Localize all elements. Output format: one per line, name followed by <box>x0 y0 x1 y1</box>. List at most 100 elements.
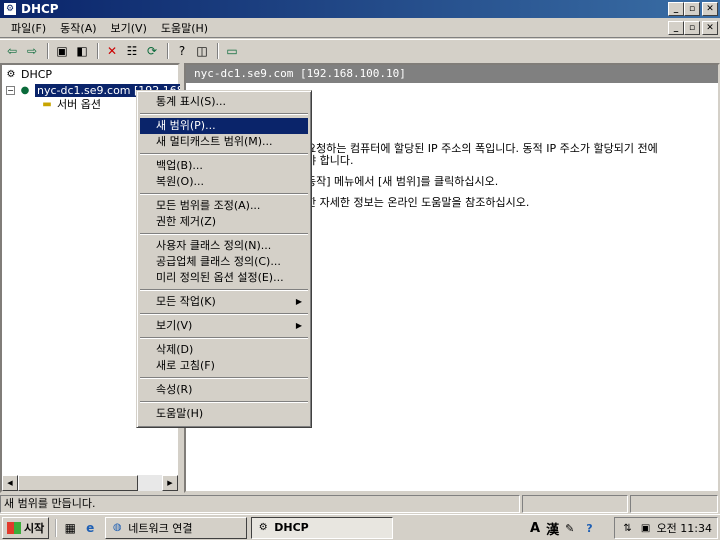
context-menu-item[interactable]: 백업(B)... <box>140 158 308 174</box>
collapse-icon[interactable]: − <box>6 85 15 95</box>
context-menu-item[interactable]: 사용자 클래스 정의(N)... <box>140 238 308 254</box>
input-mode-hanja[interactable]: 漢 <box>546 519 559 538</box>
scroll-left-icon[interactable]: ◀ <box>2 475 18 491</box>
delete-icon[interactable]: ✕ <box>103 42 121 60</box>
context-menu-item[interactable]: 모든 범위를 조정(A)... <box>140 198 308 214</box>
menu-view[interactable]: 보기(V) <box>104 20 154 36</box>
context-menu-item-label: 미리 정의된 옵션 설정(E)... <box>156 271 284 284</box>
context-menu-item[interactable]: 새 범위(P)... <box>140 118 308 134</box>
action-pane-icon[interactable]: ◫ <box>193 42 211 60</box>
context-menu-separator <box>140 313 308 315</box>
task-label: DHCP <box>274 521 309 534</box>
context-menu-item-label: 새로 고침(F) <box>156 359 215 372</box>
tree-root-label: DHCP <box>21 67 53 81</box>
window-title: DHCP <box>21 2 59 16</box>
context-menu-item-label: 사용자 클래스 정의(N)... <box>156 239 272 252</box>
status-bar: 새 범위를 만듭니다. <box>0 495 720 513</box>
input-mode-a[interactable]: A <box>530 521 540 536</box>
properties-icon[interactable]: ☷ <box>123 42 141 60</box>
context-menu-separator <box>140 233 308 235</box>
help-circle-icon[interactable]: ? <box>586 522 592 535</box>
context-menu-item[interactable]: 복원(O)... <box>140 174 308 190</box>
back-arrow-icon[interactable]: ⇦ <box>3 42 21 60</box>
monitor-icon[interactable]: ▭ <box>223 42 241 60</box>
task-network-connections[interactable]: ◍ 네트워크 연결 <box>105 516 248 539</box>
context-menu-item[interactable]: 공급업체 클래스 정의(C)... <box>140 254 308 270</box>
menu-help[interactable]: 도움말(H) <box>154 20 215 36</box>
toolbar-divider <box>217 42 219 59</box>
menu-action[interactable]: 동작(A) <box>53 20 103 36</box>
submenu-arrow-icon: ▶ <box>295 321 302 330</box>
menu-bar: 파일(F) 동작(A) 보기(V) 도움말(H) <box>0 18 720 38</box>
context-menu-item[interactable]: 보기(V) ▶ <box>140 318 308 334</box>
submenu-arrow-icon: ▶ <box>295 297 302 306</box>
help-icon[interactable]: ? <box>173 42 191 60</box>
taskbar: 시작 ▦ e ◍ 네트워크 연결 ⚙ DHCP A 漢 ✎ ? ⇅ ▣ 오전 1… <box>0 514 720 540</box>
dhcp-task-icon: ⚙ <box>258 522 268 533</box>
tree-node-server-options[interactable]: ▬ 서버 옵션 <box>40 96 101 112</box>
context-menu-item[interactable]: 속성(R) <box>140 382 308 398</box>
desc-line-3: 동작] 메뉴에서 [새 범위]를 클릭하십시오. <box>306 175 499 188</box>
toolbar-divider <box>167 42 169 59</box>
network-tray-icon[interactable]: ⇅ <box>621 521 635 535</box>
maximize-button[interactable]: ▫ <box>684 2 700 16</box>
desktop-icon[interactable]: ▦ <box>61 519 79 537</box>
title-bar: ⚙ DHCP _ ▫ ✕ <box>0 0 720 18</box>
context-menu-item[interactable]: 모든 작업(K) ▶ <box>140 294 308 310</box>
context-menu: 통계 표시(S)... 새 범위(P)... 새 멀티캐스트 범위(M)... 백업(… <box>136 90 312 428</box>
context-menu-item-label: 모든 작업(K) <box>156 295 216 308</box>
up-folder-icon[interactable]: ▣ <box>53 42 71 60</box>
network-icon: ◍ <box>112 522 122 533</box>
details-header: nyc-dc1.se9.com [192.168.100.10] <box>186 65 718 83</box>
context-menu-separator <box>140 377 308 379</box>
context-menu-item[interactable]: 미리 정의된 옵션 설정(E)... <box>140 270 308 286</box>
menu-file[interactable]: 파일(F) <box>4 20 53 36</box>
status-cell-2 <box>522 495 628 513</box>
status-cell-3 <box>630 495 718 513</box>
system-tray: ⇅ ▣ 오전 11:34 <box>614 517 718 539</box>
tree-node-dhcp-root[interactable]: ⚙ DHCP <box>4 66 53 82</box>
scroll-thumb[interactable] <box>18 475 138 491</box>
context-menu-item-label: 권한 제거(Z) <box>156 215 217 228</box>
context-menu-item-label: 복원(O)... <box>156 175 204 188</box>
ie-icon[interactable]: e <box>81 519 99 537</box>
clock[interactable]: 오전 11:34 <box>657 520 712 536</box>
scroll-right-icon[interactable]: ▶ <box>162 475 178 491</box>
context-menu-item[interactable]: 도움말(H) <box>140 406 308 422</box>
context-menu-item[interactable]: 통계 표시(S)... <box>140 94 308 110</box>
language-bar[interactable]: A 漢 ✎ ? <box>530 517 599 539</box>
close-button[interactable]: ✕ <box>702 2 718 16</box>
mdi-restore-button[interactable]: ▫ <box>684 21 700 35</box>
context-menu-item[interactable]: 새 멀티캐스트 범위(M)... <box>140 134 308 150</box>
context-menu-item-label: 속성(R) <box>156 383 193 396</box>
context-menu-item[interactable]: 새로 고침(F) <box>140 358 308 374</box>
start-button[interactable]: 시작 <box>2 516 50 539</box>
volume-tray-icon[interactable]: ▣ <box>639 521 653 535</box>
dhcp-app-icon: ⚙ <box>3 2 17 16</box>
context-menu-item-label: 새 멀티캐스트 범위(M)... <box>156 135 273 148</box>
mdi-close-button[interactable]: ✕ <box>702 21 718 35</box>
ime-icon[interactable]: ✎ <box>565 522 574 535</box>
context-menu-item[interactable]: 삭제(D) <box>140 342 308 358</box>
task-dhcp[interactable]: ⚙ DHCP <box>251 516 394 539</box>
show-hide-tree-icon[interactable]: ◧ <box>73 42 91 60</box>
context-menu-item[interactable]: 권한 제거(Z) <box>140 214 308 230</box>
minimize-button[interactable]: _ <box>668 2 684 16</box>
desc-line-4: 한 자세한 정보는 온라인 도움말을 참조하십시오. <box>306 196 530 209</box>
refresh-icon[interactable]: ⟳ <box>143 42 161 60</box>
context-menu-item-label: 새 범위(P)... <box>156 119 216 132</box>
folder-icon: ▬ <box>42 98 52 110</box>
tree-child-label: 서버 옵션 <box>57 98 101 111</box>
forward-arrow-icon[interactable]: ⇨ <box>23 42 41 60</box>
context-menu-separator <box>140 113 308 115</box>
status-text: 새 범위를 만듭니다. <box>0 495 520 513</box>
tree-horizontal-scrollbar[interactable]: ◀ ▶ <box>2 475 178 491</box>
context-menu-item-label: 모든 범위를 조정(A)... <box>156 199 261 212</box>
context-menu-item-label: 보기(V) <box>156 319 193 332</box>
mdi-minimize-button[interactable]: _ <box>668 21 684 35</box>
toolbar-divider <box>97 42 99 59</box>
context-menu-item-label: 공급업체 클래스 정의(C)... <box>156 255 281 268</box>
context-menu-separator <box>140 289 308 291</box>
toolbar-divider <box>47 42 49 59</box>
context-menu-separator <box>140 193 308 195</box>
